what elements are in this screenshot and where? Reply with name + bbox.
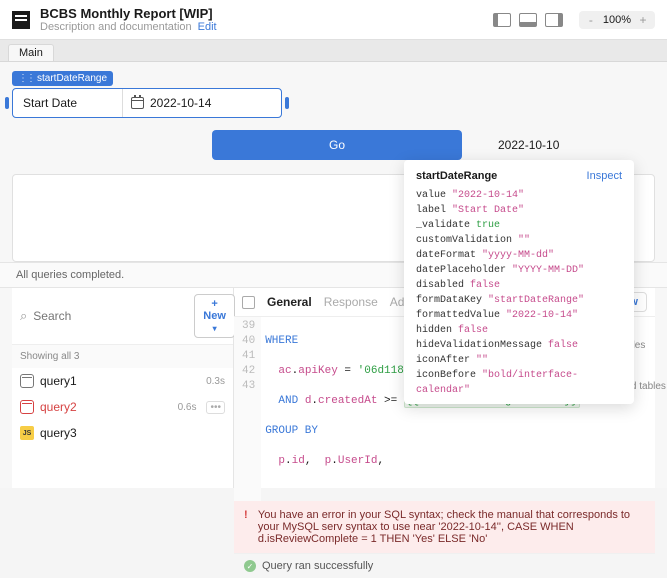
checkbox[interactable] xyxy=(242,296,255,309)
query-more-button[interactable]: ••• xyxy=(206,401,225,414)
query-list-pane: ⌕ + New ▾ Showing all 3 query1 0.3s quer… xyxy=(12,288,234,488)
layout-controls: - 100% + xyxy=(493,11,655,29)
app-logo xyxy=(12,11,30,29)
popover-property: _validate true xyxy=(416,218,622,233)
inspect-link[interactable]: Inspect xyxy=(587,170,622,182)
page-subtitle: Description and documentation xyxy=(40,21,192,33)
go-button[interactable]: Go xyxy=(212,130,462,160)
page-title: BCBS Monthly Report [WIP] xyxy=(40,6,217,21)
popover-property: label "Start Date" xyxy=(416,203,622,218)
tab-response[interactable]: Response xyxy=(324,295,378,309)
db-error-icon xyxy=(20,400,34,414)
popover-property: hideValidationMessage false xyxy=(416,338,622,353)
query-time: 0.6s xyxy=(178,402,197,413)
zoom-in-button[interactable]: + xyxy=(637,13,649,27)
query-name: query2 xyxy=(40,400,77,414)
success-banner: ✓ Query ran successfully xyxy=(234,553,655,578)
date-input-widget[interactable]: Start Date 2022-10-14 xyxy=(12,88,282,118)
popover-property: formDataKey "startDateRange" xyxy=(416,293,622,308)
check-icon: ✓ xyxy=(244,560,256,572)
popover-title: startDateRange xyxy=(416,170,497,182)
tab-main[interactable]: Main xyxy=(8,44,54,61)
right-panel-toggle-icon[interactable] xyxy=(545,13,563,27)
component-chip[interactable]: startDateRange xyxy=(12,71,113,86)
calendar-icon xyxy=(131,97,144,109)
query-item[interactable]: query2 0.6s ••• xyxy=(12,394,233,420)
error-icon: ! xyxy=(244,509,250,545)
query-name: query1 xyxy=(40,374,77,388)
query-name: query3 xyxy=(40,426,77,440)
new-query-button[interactable]: + New ▾ xyxy=(194,294,235,338)
error-text: You have an error in your SQL syntax; ch… xyxy=(258,509,645,545)
header-title-block: BCBS Monthly Report [WIP] Description an… xyxy=(40,6,217,33)
date-value[interactable]: 2022-10-14 xyxy=(150,96,211,110)
popover-property: formattedValue "2022-10-14" xyxy=(416,308,622,323)
popover-property: iconAfter "" xyxy=(416,353,622,368)
display-date: 2022-10-10 xyxy=(498,138,559,152)
left-panel-toggle-icon[interactable] xyxy=(493,13,511,27)
edit-link[interactable]: Edit xyxy=(198,21,217,33)
popover-property: hidden false xyxy=(416,323,622,338)
success-text: Query ran successfully xyxy=(262,560,373,572)
query-count-label: Showing all 3 xyxy=(12,345,233,368)
zoom-value: 100% xyxy=(603,14,631,26)
query-item[interactable]: query1 0.3s xyxy=(12,368,233,394)
js-icon: JS xyxy=(20,426,34,440)
popover-property: customValidation "" xyxy=(416,233,622,248)
popover-property: value "2022-10-14" xyxy=(416,188,622,203)
popover-property: iconBefore "bold/interface-calendar" xyxy=(416,368,622,398)
error-banner: ! You have an error in your SQL syntax; … xyxy=(234,501,655,553)
search-icon: ⌕ xyxy=(20,308,27,324)
app-header: BCBS Monthly Report [WIP] Description an… xyxy=(0,0,667,40)
line-gutter: 39 40 41 42 43 xyxy=(234,317,261,501)
bottom-panel-toggle-icon[interactable] xyxy=(519,13,537,27)
popover-property: datePlaceholder "YYYY-MM-DD" xyxy=(416,263,622,278)
search-input[interactable] xyxy=(33,309,188,323)
tab-general[interactable]: General xyxy=(267,295,312,309)
inspector-popover: startDateRange Inspect value "2022-10-14… xyxy=(404,160,634,404)
query-time: 0.3s xyxy=(206,376,225,387)
status-text: All queries completed. xyxy=(4,269,124,281)
date-label: Start Date xyxy=(13,89,123,117)
tab-strip: Main xyxy=(0,40,667,62)
zoom-out-button[interactable]: - xyxy=(585,13,597,27)
popover-property: disabled false xyxy=(416,278,622,293)
popover-property: dateFormat "yyyy-MM-dd" xyxy=(416,248,622,263)
zoom-control: - 100% + xyxy=(579,11,655,29)
query-item[interactable]: JS query3 xyxy=(12,420,233,446)
db-icon xyxy=(20,374,34,388)
